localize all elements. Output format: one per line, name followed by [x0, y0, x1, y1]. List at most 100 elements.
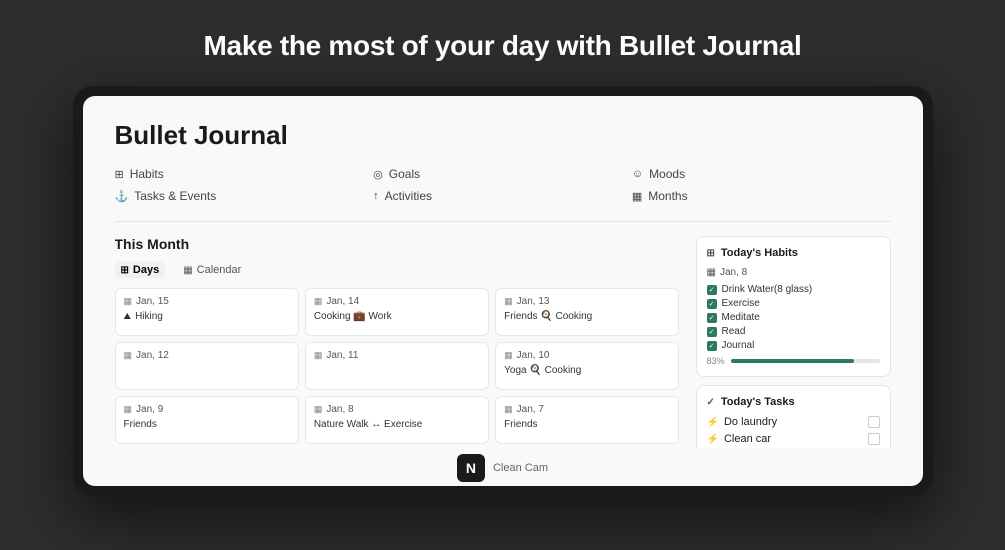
day-date-jan14: ▦ Jan, 14 [314, 296, 480, 307]
tasks-widget-icon: ✓ [707, 397, 715, 408]
day-card-jan13[interactable]: ▦ Jan, 13 Friends 🍳 Cooking [495, 288, 679, 336]
task-checkbox-cleancar[interactable] [868, 433, 880, 445]
progress-bar-background [731, 359, 880, 363]
day-date-jan15: ▦ Jan, 15 [124, 296, 290, 307]
nav-label-months: Months [648, 189, 687, 203]
habit-checkbox-water[interactable] [707, 285, 717, 295]
habits-widget-icon: ⊞ [707, 248, 715, 259]
left-panel: This Month ⊞ Days ▦ Calendar [115, 236, 680, 448]
day-activity-jan9: Friends [124, 419, 290, 430]
habits-date: ▦ Jan, 8 [707, 267, 880, 278]
activity-label: Nature Walk ↔ Exercise [314, 419, 423, 430]
nav-label-moods: Moods [649, 167, 685, 181]
date-icon: ▦ [314, 296, 323, 307]
task-checkbox-laundry[interactable] [868, 416, 880, 428]
day-card-jan9[interactable]: ▦ Jan, 9 Friends [115, 396, 299, 444]
habit-item-exercise[interactable]: Exercise [707, 298, 880, 309]
date-label: Jan, 13 [517, 296, 550, 307]
day-date-jan13: ▦ Jan, 13 [504, 296, 670, 307]
tab-calendar[interactable]: ▦ Calendar [177, 262, 247, 278]
page-title: Bullet Journal [115, 120, 891, 151]
nav-grid: ⊞ Habits ◎ Goals ☺ Moods ⚓ Tasks & Event… [115, 165, 891, 205]
habit-checkbox-meditate[interactable] [707, 313, 717, 323]
habit-label-read: Read [722, 326, 746, 337]
date-label: Jan, 9 [136, 404, 163, 415]
months-icon: ▦ [632, 190, 642, 203]
day-activity-jan8: Nature Walk ↔ Exercise [314, 419, 480, 430]
day-card-jan11[interactable]: ▦ Jan, 11 [305, 342, 489, 390]
day-card-jan14[interactable]: ▦ Jan, 14 Cooking 💼 Work [305, 288, 489, 336]
nav-label-tasks: Tasks & Events [134, 189, 216, 203]
habits-widget-title: ⊞ Today's Habits [707, 247, 880, 259]
date-label: Jan, 8 [326, 404, 353, 415]
tabs-bar: ⊞ Days ▦ Calendar [115, 262, 680, 278]
habits-widget: ⊞ Today's Habits ▦ Jan, 8 Drink Water(8 … [696, 236, 891, 377]
habits-icon: ⊞ [115, 168, 124, 181]
day-date-jan12: ▦ Jan, 12 [124, 350, 290, 361]
habit-item-water[interactable]: Drink Water(8 glass) [707, 284, 880, 295]
days-grid: ▦ Jan, 15 ⛰ Hiking ▦ Jan, 14 [115, 288, 680, 448]
day-date-jan7: ▦ Jan, 7 [504, 404, 670, 415]
day-activity-jan13: Friends 🍳 Cooking [504, 311, 670, 322]
date-label: Jan, 10 [517, 350, 550, 361]
task-label-cleancar: Clean car [724, 433, 771, 445]
activity-icon: ⛰ [124, 311, 132, 322]
device-frame: Bullet Journal ⊞ Habits ◎ Goals ☺ Moods … [73, 86, 933, 496]
habit-checkbox-journal[interactable] [707, 341, 717, 351]
day-activity-jan15: ⛰ Hiking [124, 311, 290, 322]
days-tab-icon: ⊞ [121, 265, 129, 276]
habits-title-label: Today's Habits [721, 247, 798, 259]
day-card-jan15[interactable]: ▦ Jan, 15 ⛰ Hiking [115, 288, 299, 336]
calendar-tab-label: Calendar [197, 264, 242, 276]
date-icon: ▦ [124, 350, 133, 361]
day-activity-jan10: Yoga 🍳 Cooking [504, 365, 670, 376]
nav-label-goals: Goals [389, 167, 420, 181]
nav-item-goals[interactable]: ◎ Goals [373, 165, 632, 183]
day-card-jan10[interactable]: ▦ Jan, 10 Yoga 🍳 Cooking [495, 342, 679, 390]
date-label: Jan, 11 [326, 350, 358, 361]
habit-item-read[interactable]: Read [707, 326, 880, 337]
progress-label: 83% [707, 356, 725, 366]
date-icon: ▦ [504, 404, 513, 415]
task-item-laundry[interactable]: ⚡ Do laundry [707, 416, 880, 428]
task-item-cleancar[interactable]: ⚡ Clean car [707, 433, 880, 445]
notion-content: Bullet Journal ⊞ Habits ◎ Goals ☺ Moods … [83, 96, 923, 448]
habit-checkbox-read[interactable] [707, 327, 717, 337]
nav-label-habits: Habits [130, 167, 164, 181]
date-label: Jan, 14 [326, 296, 359, 307]
habit-item-meditate[interactable]: Meditate [707, 312, 880, 323]
day-card-jan8[interactable]: ▦ Jan, 8 Nature Walk ↔ Exercise [305, 396, 489, 444]
habit-checkbox-exercise[interactable] [707, 299, 717, 309]
progress-bar-fill [731, 359, 855, 363]
nav-item-tasks[interactable]: ⚓ Tasks & Events [115, 187, 374, 205]
days-tab-label: Days [133, 264, 159, 276]
date-icon: ▦ [124, 404, 133, 415]
day-card-jan12[interactable]: ▦ Jan, 12 [115, 342, 299, 390]
footer-bar: N Clean Cam [83, 448, 923, 486]
hero-title: Make the most of your day with Bullet Jo… [204, 30, 802, 62]
day-card-jan7[interactable]: ▦ Jan, 7 Friends [495, 396, 679, 444]
nav-item-months[interactable]: ▦ Months [632, 187, 891, 205]
device-screen: Bullet Journal ⊞ Habits ◎ Goals ☺ Moods … [83, 96, 923, 486]
activities-icon: ↑ [373, 190, 379, 202]
habit-label-journal: Journal [722, 340, 755, 351]
date-icon: ▦ [314, 350, 323, 361]
task-label-laundry: Do laundry [724, 416, 777, 428]
habit-label-exercise: Exercise [722, 298, 760, 309]
goals-icon: ◎ [373, 168, 383, 181]
tasks-widget: ✓ Today's Tasks ⚡ Do laundry [696, 385, 891, 448]
habit-label-water: Drink Water(8 glass) [722, 284, 813, 295]
activity-label: Hiking [135, 311, 163, 322]
day-activity-jan7: Friends [504, 419, 670, 430]
habit-item-journal[interactable]: Journal [707, 340, 880, 351]
activity-label: Friends 🍳 Cooking [504, 311, 592, 322]
habits-date-icon: ▦ [707, 267, 716, 278]
nav-item-moods[interactable]: ☺ Moods [632, 165, 891, 183]
nav-item-habits[interactable]: ⊞ Habits [115, 165, 374, 183]
calendar-tab-icon: ▦ [183, 265, 192, 276]
tab-days[interactable]: ⊞ Days [115, 262, 166, 278]
section-title: This Month [115, 236, 680, 252]
task-icon-cleancar: ⚡ [707, 434, 719, 445]
nav-item-activities[interactable]: ↑ Activities [373, 187, 632, 205]
date-icon: ▦ [504, 350, 513, 361]
